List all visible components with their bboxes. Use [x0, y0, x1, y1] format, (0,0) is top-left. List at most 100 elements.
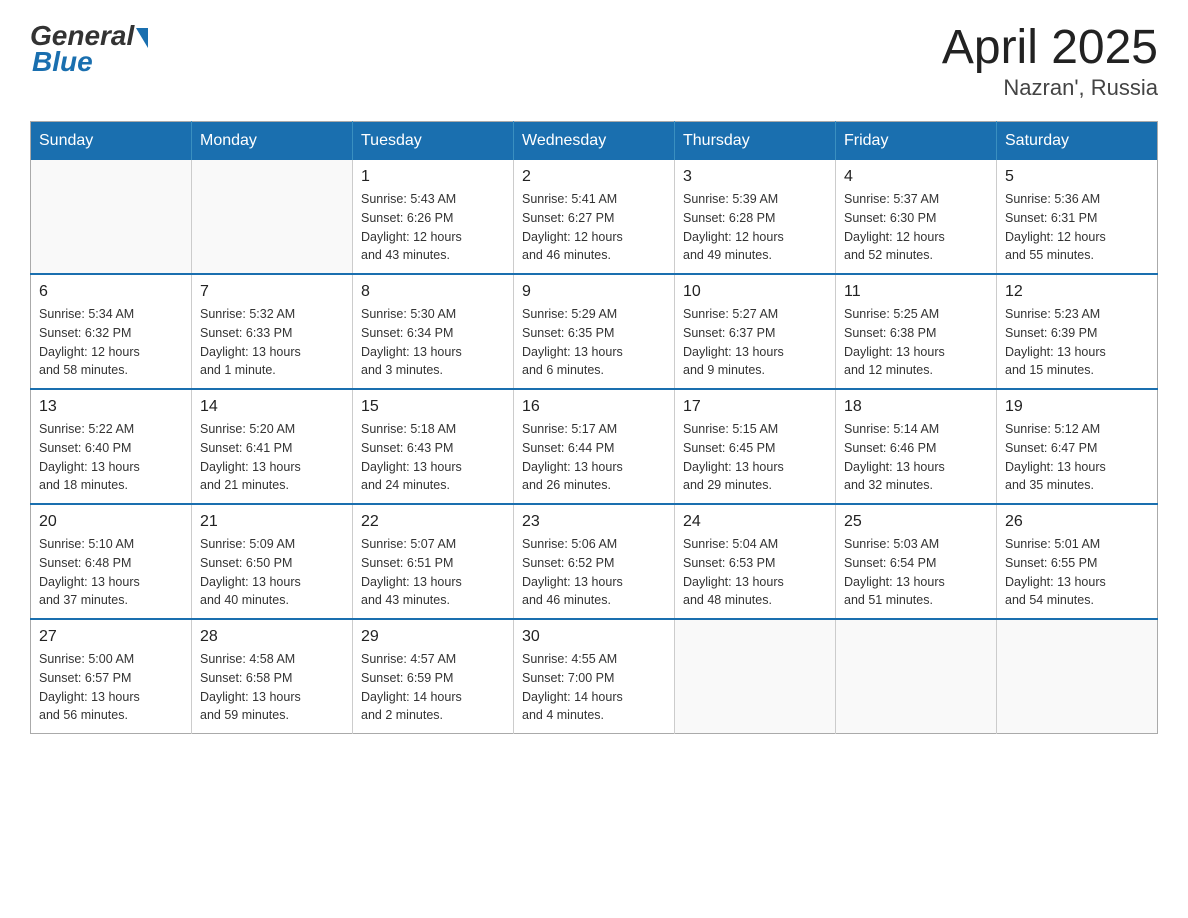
day-info: Sunrise: 4:55 AM Sunset: 7:00 PM Dayligh… — [522, 650, 666, 725]
calendar-cell: 10 Sunrise: 5:27 AM Sunset: 6:37 PM Dayli… — [675, 274, 836, 389]
day-number: 19 — [1005, 398, 1149, 416]
weekday-header-thursday: Thursday — [675, 122, 836, 161]
day-info: Sunrise: 5:01 AM Sunset: 6:55 PM Dayligh… — [1005, 535, 1149, 610]
calendar-cell: 30 Sunrise: 4:55 AM Sunset: 7:00 PM Dayli… — [514, 619, 675, 734]
day-number: 1 — [361, 168, 505, 186]
day-number: 20 — [39, 513, 183, 531]
weekday-header-sunday: Sunday — [31, 122, 192, 161]
day-number: 8 — [361, 283, 505, 301]
day-info: Sunrise: 5:25 AM Sunset: 6:38 PM Dayligh… — [844, 305, 988, 380]
calendar-cell: 21 Sunrise: 5:09 AM Sunset: 6:50 PM Dayli… — [192, 504, 353, 619]
week-row-1: 1 Sunrise: 5:43 AM Sunset: 6:26 PM Daylig… — [31, 160, 1158, 274]
day-number: 21 — [200, 513, 344, 531]
calendar-cell: 9 Sunrise: 5:29 AM Sunset: 6:35 PM Daylig… — [514, 274, 675, 389]
day-number: 29 — [361, 628, 505, 646]
day-info: Sunrise: 4:57 AM Sunset: 6:59 PM Dayligh… — [361, 650, 505, 725]
day-number: 9 — [522, 283, 666, 301]
day-info: Sunrise: 5:15 AM Sunset: 6:45 PM Dayligh… — [683, 420, 827, 495]
day-number: 16 — [522, 398, 666, 416]
calendar-cell: 11Sunrise: 5:25 AM Sunset: 6:38 PM Dayli… — [836, 274, 997, 389]
calendar-cell: 5 Sunrise: 5:36 AM Sunset: 6:31 PM Daylig… — [997, 160, 1158, 274]
weekday-header-tuesday: Tuesday — [353, 122, 514, 161]
day-number: 30 — [522, 628, 666, 646]
day-info: Sunrise: 5:06 AM Sunset: 6:52 PM Dayligh… — [522, 535, 666, 610]
day-info: Sunrise: 5:41 AM Sunset: 6:27 PM Dayligh… — [522, 190, 666, 265]
week-row-5: 27 Sunrise: 5:00 AM Sunset: 6:57 PM Dayli… — [31, 619, 1158, 734]
calendar-cell: 6Sunrise: 5:34 AM Sunset: 6:32 PM Daylig… — [31, 274, 192, 389]
calendar-cell: 3 Sunrise: 5:39 AM Sunset: 6:28 PM Daylig… — [675, 160, 836, 274]
day-info: Sunrise: 5:39 AM Sunset: 6:28 PM Dayligh… — [683, 190, 827, 265]
calendar-cell: 14Sunrise: 5:20 AM Sunset: 6:41 PM Dayli… — [192, 389, 353, 504]
calendar-cell: 17 Sunrise: 5:15 AM Sunset: 6:45 PM Dayli… — [675, 389, 836, 504]
day-info: Sunrise: 5:00 AM Sunset: 6:57 PM Dayligh… — [39, 650, 183, 725]
calendar-cell: 26Sunrise: 5:01 AM Sunset: 6:55 PM Dayli… — [997, 504, 1158, 619]
page-subtitle: Nazran', Russia — [942, 75, 1158, 101]
day-info: Sunrise: 5:32 AM Sunset: 6:33 PM Dayligh… — [200, 305, 344, 380]
day-number: 22 — [361, 513, 505, 531]
calendar-cell — [675, 619, 836, 734]
day-info: Sunrise: 5:43 AM Sunset: 6:26 PM Dayligh… — [361, 190, 505, 265]
logo-triangle-icon — [136, 28, 148, 48]
calendar-cell: 25 Sunrise: 5:03 AM Sunset: 6:54 PM Dayli… — [836, 504, 997, 619]
calendar-cell: 2Sunrise: 5:41 AM Sunset: 6:27 PM Daylig… — [514, 160, 675, 274]
day-info: Sunrise: 5:07 AM Sunset: 6:51 PM Dayligh… — [361, 535, 505, 610]
day-info: Sunrise: 5:37 AM Sunset: 6:30 PM Dayligh… — [844, 190, 988, 265]
day-info: Sunrise: 4:58 AM Sunset: 6:58 PM Dayligh… — [200, 650, 344, 725]
day-number: 24 — [683, 513, 827, 531]
day-number: 3 — [683, 168, 827, 186]
day-number: 17 — [683, 398, 827, 416]
day-number: 25 — [844, 513, 988, 531]
week-row-4: 20 Sunrise: 5:10 AM Sunset: 6:48 PM Dayli… — [31, 504, 1158, 619]
calendar-cell: 22 Sunrise: 5:07 AM Sunset: 6:51 PM Dayli… — [353, 504, 514, 619]
day-info: Sunrise: 5:27 AM Sunset: 6:37 PM Dayligh… — [683, 305, 827, 380]
day-info: Sunrise: 5:34 AM Sunset: 6:32 PM Dayligh… — [39, 305, 183, 380]
calendar-cell: 27 Sunrise: 5:00 AM Sunset: 6:57 PM Dayli… — [31, 619, 192, 734]
day-number: 5 — [1005, 168, 1149, 186]
calendar-header: SundayMondayTuesdayWednesdayThursdayFrid… — [31, 122, 1158, 161]
calendar-cell: 15 Sunrise: 5:18 AM Sunset: 6:43 PM Dayli… — [353, 389, 514, 504]
title-block: April 2025 Nazran', Russia — [942, 20, 1158, 101]
day-info: Sunrise: 5:18 AM Sunset: 6:43 PM Dayligh… — [361, 420, 505, 495]
calendar-cell: 19Sunrise: 5:12 AM Sunset: 6:47 PM Dayli… — [997, 389, 1158, 504]
calendar-cell: 1 Sunrise: 5:43 AM Sunset: 6:26 PM Daylig… — [353, 160, 514, 274]
day-info: Sunrise: 5:17 AM Sunset: 6:44 PM Dayligh… — [522, 420, 666, 495]
day-info: Sunrise: 5:23 AM Sunset: 6:39 PM Dayligh… — [1005, 305, 1149, 380]
day-info: Sunrise: 5:03 AM Sunset: 6:54 PM Dayligh… — [844, 535, 988, 610]
day-number: 23 — [522, 513, 666, 531]
day-number: 27 — [39, 628, 183, 646]
calendar-cell: 28Sunrise: 4:58 AM Sunset: 6:58 PM Dayli… — [192, 619, 353, 734]
page-title: April 2025 — [942, 20, 1158, 75]
calendar-cell: 24Sunrise: 5:04 AM Sunset: 6:53 PM Dayli… — [675, 504, 836, 619]
calendar-cell: 20 Sunrise: 5:10 AM Sunset: 6:48 PM Dayli… — [31, 504, 192, 619]
weekday-header-saturday: Saturday — [997, 122, 1158, 161]
calendar-cell — [31, 160, 192, 274]
logo-blue-text: Blue — [32, 46, 93, 78]
logo: General Blue — [30, 20, 148, 78]
calendar-cell: 16 Sunrise: 5:17 AM Sunset: 6:44 PM Dayli… — [514, 389, 675, 504]
day-info: Sunrise: 5:36 AM Sunset: 6:31 PM Dayligh… — [1005, 190, 1149, 265]
day-info: Sunrise: 5:10 AM Sunset: 6:48 PM Dayligh… — [39, 535, 183, 610]
calendar-cell: 23 Sunrise: 5:06 AM Sunset: 6:52 PM Dayli… — [514, 504, 675, 619]
weekday-header-monday: Monday — [192, 122, 353, 161]
day-info: Sunrise: 5:09 AM Sunset: 6:50 PM Dayligh… — [200, 535, 344, 610]
calendar-cell — [192, 160, 353, 274]
weekday-header-friday: Friday — [836, 122, 997, 161]
day-number: 15 — [361, 398, 505, 416]
day-number: 10 — [683, 283, 827, 301]
calendar-cell: 7Sunrise: 5:32 AM Sunset: 6:33 PM Daylig… — [192, 274, 353, 389]
calendar-cell: 29 Sunrise: 4:57 AM Sunset: 6:59 PM Dayli… — [353, 619, 514, 734]
week-row-3: 13Sunrise: 5:22 AM Sunset: 6:40 PM Dayli… — [31, 389, 1158, 504]
day-number: 12 — [1005, 283, 1149, 301]
day-info: Sunrise: 5:14 AM Sunset: 6:46 PM Dayligh… — [844, 420, 988, 495]
calendar-cell: 12 Sunrise: 5:23 AM Sunset: 6:39 PM Dayli… — [997, 274, 1158, 389]
calendar-cell — [836, 619, 997, 734]
day-number: 18 — [844, 398, 988, 416]
page-header: General Blue April 2025 Nazran', Russia — [30, 20, 1158, 101]
calendar-cell: 8Sunrise: 5:30 AM Sunset: 6:34 PM Daylig… — [353, 274, 514, 389]
week-row-2: 6Sunrise: 5:34 AM Sunset: 6:32 PM Daylig… — [31, 274, 1158, 389]
day-number: 4 — [844, 168, 988, 186]
calendar-cell: 4 Sunrise: 5:37 AM Sunset: 6:30 PM Daylig… — [836, 160, 997, 274]
day-info: Sunrise: 5:29 AM Sunset: 6:35 PM Dayligh… — [522, 305, 666, 380]
calendar-cell: 13Sunrise: 5:22 AM Sunset: 6:40 PM Dayli… — [31, 389, 192, 504]
day-info: Sunrise: 5:20 AM Sunset: 6:41 PM Dayligh… — [200, 420, 344, 495]
